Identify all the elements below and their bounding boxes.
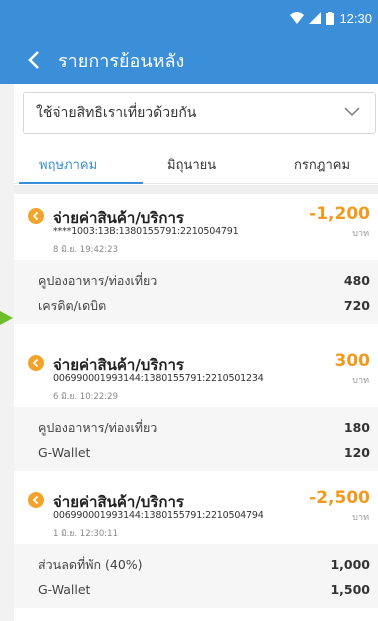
tab-may[interactable]: พฤษภาคม xyxy=(39,154,97,175)
detail-label: คูปองอาหาร/ท่องเที่ยว xyxy=(38,272,158,288)
month-tabs: พฤษภาคม มิถุนายน กรกฎาคม xyxy=(14,144,378,184)
transaction-currency: บาท xyxy=(352,513,369,523)
transaction-item[interactable]: จ่ายค่าสินค้า/บริการ ****1003:13B:138015… xyxy=(14,200,378,324)
tab-june[interactable]: มิถุนายน xyxy=(167,154,216,175)
detail-row: G-Wallet 1,500 xyxy=(38,577,370,602)
active-tab-indicator xyxy=(19,182,143,184)
transaction-header: จ่ายค่าสินค้า/บริการ 006990001993144:138… xyxy=(14,484,378,544)
transaction-ref: 006990001993144:1380155791:2210504794 xyxy=(53,510,264,521)
detail-value: 180 xyxy=(343,420,370,435)
arrow-left-icon xyxy=(32,358,39,368)
transaction-type-icon xyxy=(28,492,44,508)
detail-label: G-Wallet xyxy=(38,445,91,460)
detail-row: ส่วนลดที่พัก (40%) 1,000 xyxy=(38,552,370,577)
status-icons: 12:30 xyxy=(290,10,372,26)
status-time: 12:30 xyxy=(339,10,372,26)
transaction-header: จ่ายค่าสินค้า/บริการ ****1003:13B:138015… xyxy=(14,200,378,260)
detail-value: 1,500 xyxy=(330,582,370,597)
detail-value: 480 xyxy=(343,273,370,288)
transaction-details: คูปองอาหาร/ท่องเที่ยว 480 เครดิต/เดบิต 7… xyxy=(14,260,378,324)
transaction-ref: ****1003:13B:1380155791:2210504791 xyxy=(53,226,239,237)
detail-value: 120 xyxy=(343,445,370,460)
transaction-item[interactable]: จ่ายค่าสินค้า/บริการ 006990001993144:138… xyxy=(14,484,378,608)
arrow-left-icon xyxy=(32,495,39,505)
app-bar: รายการย้อนหลัง xyxy=(0,36,378,84)
detail-row: G-Wallet 120 xyxy=(38,440,370,465)
transaction-ref: 006990001993144:1380155791:2210501234 xyxy=(53,373,264,384)
history-content: ใช้จ่ายสิทธิเราเที่ยวด้วยกัน พฤษภาคม มิถ… xyxy=(14,84,378,621)
pointer-arrow-icon xyxy=(0,311,13,325)
section-divider xyxy=(14,185,378,194)
transaction-date: 1 มิ.ย. 12:30:11 xyxy=(53,529,118,539)
status-bar: 12:30 xyxy=(0,0,378,36)
detail-label: ส่วนลดที่พัก (40%) xyxy=(38,556,143,572)
transaction-date: 6 มิ.ย. 10:22:29 xyxy=(53,392,118,402)
page-title: รายการย้อนหลัง xyxy=(58,50,185,72)
transaction-amount: 300 xyxy=(334,351,371,371)
detail-row: คูปองอาหาร/ท่องเที่ยว 480 xyxy=(38,268,370,293)
arrow-left-icon xyxy=(32,211,39,221)
transaction-header: จ่ายค่าสินค้า/บริการ 006990001993144:138… xyxy=(14,347,378,407)
transaction-amount: -1,200 xyxy=(309,204,370,224)
detail-row: เครดิต/เดบิต 720 xyxy=(38,293,370,318)
transaction-currency: บาท xyxy=(352,376,369,386)
transaction-item[interactable]: จ่ายค่าสินค้า/บริการ 006990001993144:138… xyxy=(14,347,378,471)
chevron-down-icon xyxy=(344,107,360,117)
filter-dropdown[interactable]: ใช้จ่ายสิทธิเราเที่ยวด้วยกัน xyxy=(23,92,376,134)
back-button[interactable] xyxy=(10,36,58,84)
transaction-currency: บาท xyxy=(352,229,369,239)
signal-icon xyxy=(309,12,322,24)
transaction-type-icon xyxy=(28,208,44,224)
transaction-date: 8 มิ.ย. 19:42:23 xyxy=(53,245,118,255)
detail-value: 1,000 xyxy=(330,557,370,572)
detail-label: G-Wallet xyxy=(38,582,91,597)
battery-icon xyxy=(326,11,335,25)
detail-row: คูปองอาหาร/ท่องเที่ยว 180 xyxy=(38,415,370,440)
filter-dropdown-value: ใช้จ่ายสิทธิเราเที่ยวด้วยกัน xyxy=(36,105,197,121)
detail-label: คูปองอาหาร/ท่องเที่ยว xyxy=(38,419,158,435)
tab-july[interactable]: กรกฎาคม xyxy=(294,154,350,175)
transaction-type-icon xyxy=(28,355,44,371)
detail-label: เครดิต/เดบิต xyxy=(38,297,107,313)
transaction-details: ส่วนลดที่พัก (40%) 1,000 G-Wallet 1,500 xyxy=(14,544,378,608)
detail-value: 720 xyxy=(343,298,370,313)
chevron-left-icon xyxy=(28,51,39,69)
transaction-details: คูปองอาหาร/ท่องเที่ยว 180 G-Wallet 120 xyxy=(14,407,378,471)
wifi-icon xyxy=(290,12,305,24)
transaction-amount: -2,500 xyxy=(309,488,370,508)
